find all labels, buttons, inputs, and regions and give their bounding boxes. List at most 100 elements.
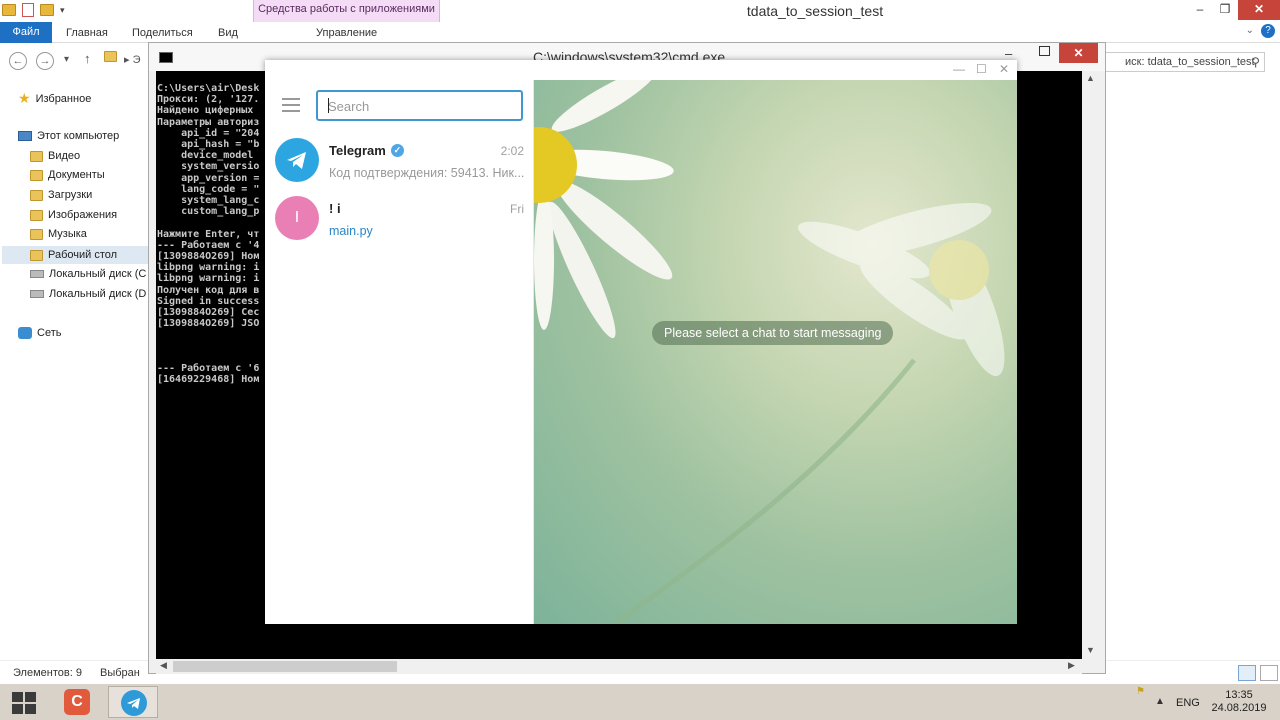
cmd-horizontal-scrollbar[interactable]: ◀ ▶ — [156, 659, 1082, 674]
chat-name: ! i — [329, 201, 341, 216]
nav-item-label: Этот компьютер — [37, 130, 120, 142]
system-clock[interactable]: 13:35 24.08.2019 — [1208, 689, 1270, 715]
large-icons-view-button[interactable] — [1260, 665, 1278, 681]
nav-item-label: Избранное — [35, 92, 92, 105]
nav-item-this-pc[interactable]: Этот компьютер — [18, 130, 119, 142]
chat-item-telegram[interactable]: Telegram ✓ 2:02 Код подтверждения: 59413… — [265, 130, 534, 190]
quick-access-toolbar: ▾ — [2, 3, 65, 17]
search-input[interactable]: Search — [316, 90, 523, 121]
console-icon — [159, 52, 173, 63]
cmd-maximize-button[interactable] — [1039, 46, 1050, 56]
cmd-vertical-scrollbar[interactable]: ▲ ▼ — [1082, 71, 1099, 659]
item-count: Элементов: 9 — [13, 667, 82, 679]
console-line: system_versio — [157, 161, 260, 173]
customize-toolbar-arrow-icon[interactable]: ▾ — [60, 5, 65, 16]
ribbon-tab-view[interactable]: Вид — [218, 22, 238, 43]
console-line: Прокси: (2, '127. — [157, 94, 260, 106]
telegram-minimize-button[interactable]: — — [953, 62, 965, 76]
nav-item-label: Музыка — [48, 228, 87, 240]
console-line: libpng warning: i — [157, 273, 260, 285]
menu-icon[interactable] — [282, 98, 300, 112]
cmd-close-button[interactable]: ✕ — [1059, 43, 1098, 63]
nav-item-video[interactable]: Видео — [30, 150, 80, 162]
explorer-maximize-button[interactable]: ❐ — [1210, 0, 1240, 20]
scroll-up-arrow-icon[interactable]: ▲ — [1086, 73, 1095, 83]
nav-item-favorites[interactable]: ★ Избранное — [18, 90, 91, 107]
console-line: Параметры авториз — [157, 116, 260, 128]
ribbon-expand-icon[interactable]: ⌄ — [1246, 25, 1254, 36]
console-line: device_model — [157, 150, 254, 162]
nav-item-downloads[interactable]: Загрузки — [30, 189, 92, 201]
ribbon-file-tab[interactable]: Файл — [0, 22, 52, 43]
telegram-titlebar: — ☐ ✕ — [265, 60, 1017, 80]
ribbon-tab-share[interactable]: Поделиться — [132, 22, 193, 43]
cmd-minimize-button[interactable]: – — [1005, 46, 1012, 61]
console-line: api_id = "204 — [157, 127, 260, 139]
start-button[interactable] — [12, 692, 36, 714]
scrollbar-thumb[interactable] — [173, 661, 397, 672]
taskbar-app-screen-recorder[interactable]: C — [52, 686, 102, 718]
chat-list-panel: Search Telegram ✓ 2:02 Код подтверждения… — [265, 80, 534, 624]
taskbar-app-telegram[interactable] — [108, 686, 158, 718]
chat-name-text: ! i — [329, 201, 341, 216]
console-line: [1309884O269] JSO — [157, 318, 260, 330]
console-line: [16469229468] Ном — [157, 374, 260, 386]
up-button[interactable]: ↑ — [84, 51, 91, 66]
disk-icon — [30, 270, 44, 278]
explorer-close-button[interactable]: ✕ — [1238, 0, 1280, 20]
details-view-button[interactable] — [1238, 665, 1256, 681]
scroll-right-arrow-icon[interactable]: ▶ — [1068, 660, 1075, 671]
explorer-ribbon: Файл Главная Поделиться Вид Управление ⌄… — [0, 22, 1280, 43]
console-line: Signed in success — [157, 295, 260, 307]
recent-locations-chevron-icon[interactable]: ▾ — [64, 54, 69, 65]
chat-item-i[interactable]: I ! i Fri main.py — [265, 188, 534, 248]
properties-icon[interactable] — [22, 3, 34, 17]
nav-item-label: Видео — [48, 150, 81, 162]
avatar: I — [275, 196, 319, 240]
telegram-close-button[interactable]: ✕ — [999, 62, 1009, 76]
help-icon[interactable]: ? — [1261, 24, 1275, 38]
action-center-flag-icon[interactable]: ⚑ — [1136, 686, 1146, 697]
application-tools-label: Средства работы с приложениями — [258, 3, 435, 15]
nav-item-documents[interactable]: Документы — [30, 169, 105, 181]
telegram-maximize-button[interactable]: ☐ — [976, 62, 987, 76]
nav-item-network[interactable]: Сеть — [18, 327, 61, 339]
console-line: libpng warning: i — [157, 262, 260, 274]
video-folder-icon — [30, 150, 43, 162]
clock-date: 24.08.2019 — [1211, 702, 1267, 714]
console-line: lang_code = " — [157, 183, 260, 195]
new-folder-icon[interactable] — [40, 4, 54, 16]
telegram-app-icon — [121, 690, 147, 716]
nav-item-label: Сеть — [37, 327, 62, 339]
disk-icon — [30, 290, 44, 298]
nav-item-disk-d[interactable]: Локальный диск (D — [30, 288, 146, 300]
console-line: app_version = — [157, 172, 260, 184]
ribbon-tab-home[interactable]: Главная — [66, 22, 108, 43]
address-bar[interactable]: ▸ Э — [124, 53, 140, 66]
chat-preview: Код подтверждения: 59413. Ник... — [329, 166, 525, 180]
nav-item-disk-c[interactable]: Локальный диск (С — [30, 268, 146, 280]
nav-item-label: Локальный диск (С — [49, 268, 147, 280]
explorer-navigation-pane: ★ Избранное Этот компьютер Видео Документ… — [0, 78, 148, 658]
forward-button[interactable]: → — [36, 52, 54, 70]
console-line: Получен код для в — [157, 284, 260, 296]
nav-item-desktop[interactable]: Рабочий стол — [2, 246, 148, 264]
chat-preview: main.py — [329, 224, 373, 238]
windows-taskbar: C ⚑ ▲ ENG 13:35 24.08.2019 — [0, 684, 1280, 720]
recorder-app-icon: C — [64, 689, 90, 715]
search-icon[interactable]: ⚲ — [1251, 53, 1260, 71]
console-line: [1309884O269] Ном — [157, 251, 260, 263]
scroll-left-arrow-icon[interactable]: ◀ — [160, 660, 167, 671]
ribbon-tab-manage[interactable]: Управление — [316, 22, 377, 43]
explorer-search-placeholder: иск: tdata_to_session_test — [1125, 56, 1255, 68]
chat-time: Fri — [510, 202, 524, 216]
scroll-down-arrow-icon[interactable]: ▼ — [1086, 645, 1095, 655]
show-hidden-icons-icon[interactable]: ▲ — [1155, 696, 1165, 707]
input-language-indicator[interactable]: ENG — [1176, 697, 1200, 709]
nav-item-label: Изображения — [48, 209, 118, 221]
nav-item-images[interactable]: Изображения — [30, 209, 117, 221]
explorer-search-box[interactable]: иск: tdata_to_session_test ⚲ — [1100, 52, 1265, 72]
back-button[interactable]: ← — [9, 52, 27, 70]
address-folder-icon — [104, 51, 117, 65]
nav-item-music[interactable]: Музыка — [30, 228, 87, 240]
